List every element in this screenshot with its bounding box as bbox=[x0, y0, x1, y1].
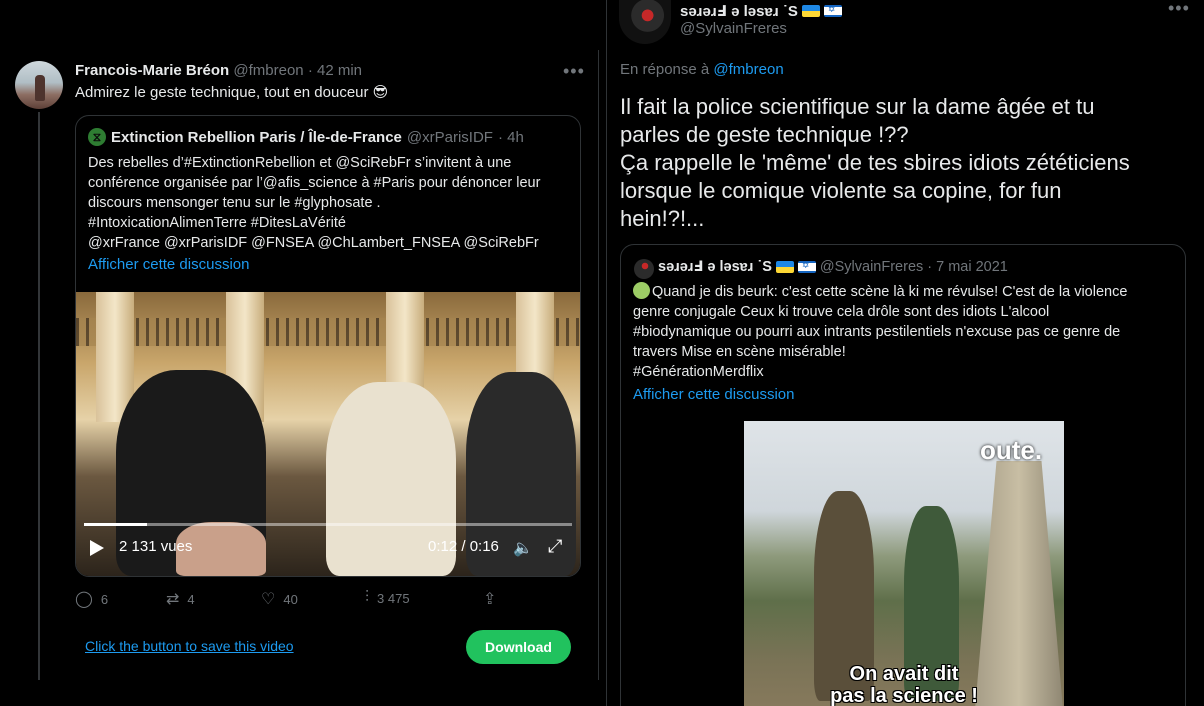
quoted-tweet[interactable]: ⧖ Extinction Rebellion Paris / Île-de-Fr… bbox=[75, 115, 581, 577]
tweet-line: hein!?!... bbox=[620, 206, 705, 231]
video-overlay-text: oute. bbox=[980, 435, 1043, 465]
israel-flag-icon bbox=[823, 4, 842, 17]
tweet-line: Ça rappelle le 'même' de tes sbires idio… bbox=[620, 150, 1130, 175]
extinction-rebellion-logo-icon: ⧖ bbox=[88, 128, 106, 146]
video-player[interactable]: 2 131 vues 0:12 / 0:16 🔈 ⤢ bbox=[76, 292, 580, 576]
like-count: 40 bbox=[283, 591, 298, 607]
quote-line: genre conjugale Ceux ki trouve cela drôl… bbox=[633, 304, 1050, 320]
show-thread-link[interactable]: Afficher cette discussion bbox=[88, 256, 249, 273]
analytics-icon: ⫶ bbox=[365, 589, 370, 606]
quote-time[interactable]: · 7 mai 2021 bbox=[927, 259, 1008, 275]
column-divider bbox=[606, 0, 607, 706]
quote-line: #biodynamique ou pourri aux intrants pes… bbox=[633, 324, 1121, 340]
share-button[interactable]: ⇪ bbox=[483, 589, 496, 609]
tweet-text: Il fait la police scientifique sur la da… bbox=[620, 93, 1190, 233]
quote-author-handle[interactable]: @SylvainFreres bbox=[820, 259, 923, 275]
video-controls: 2 131 vues 0:12 / 0:16 🔈 ⤢ bbox=[76, 534, 580, 564]
video-player[interactable]: oute. On avait dit pas la science ! bbox=[744, 421, 1064, 706]
play-icon[interactable] bbox=[90, 540, 104, 556]
avatar[interactable] bbox=[15, 61, 63, 109]
author-name[interactable]: sǝɹǝɹℲ ǝ lǝsɐɹ ˙S bbox=[680, 2, 798, 20]
quote-header: sǝɹǝɹℲ ǝ lǝsɐɹ ˙S @SylvainFreres · 7 mai… bbox=[658, 259, 1008, 275]
quote-line: #IntoxicationAlimenTerre #DitesLaVérité bbox=[88, 215, 346, 231]
tweet-time[interactable]: · 42 min bbox=[308, 62, 362, 79]
retweet-icon: ⇄ bbox=[166, 591, 180, 608]
israel-flag-icon bbox=[797, 260, 816, 273]
nauseated-face-icon bbox=[633, 282, 650, 299]
author-name[interactable]: Francois-Marie Bréon bbox=[75, 62, 229, 79]
tweet-header: sǝɹǝɹℲ ǝ lǝsɐɹ ˙S bbox=[680, 2, 842, 20]
left-tweet: Francois-Marie Bréon @fmbreon · 42 min •… bbox=[0, 0, 598, 706]
retweet-count: 4 bbox=[187, 591, 195, 607]
quote-line: Des rebelles d’#ExtinctionRebellion et @… bbox=[88, 155, 512, 171]
quote-line-text: Quand je dis beurk: c'est cette scène là… bbox=[652, 284, 1128, 300]
video-progress-fill bbox=[84, 523, 148, 526]
author-handle[interactable]: @SylvainFreres bbox=[680, 20, 787, 37]
tweet-line: Il fait la police scientifique sur la da… bbox=[620, 94, 1095, 119]
tweet-header: Francois-Marie Bréon @fmbreon · 42 min bbox=[75, 62, 362, 79]
quote-line: conférence organisée par l’@afis_science… bbox=[88, 175, 541, 191]
quote-header: ⧖ Extinction Rebellion Paris / Île-de-Fr… bbox=[88, 128, 524, 146]
reply-icon: ◯ bbox=[75, 591, 93, 608]
download-button[interactable]: Download bbox=[466, 630, 571, 664]
video-time: 0:12 / 0:16 bbox=[428, 538, 499, 555]
fullscreen-icon[interactable]: ⤢ bbox=[548, 536, 562, 557]
quote-time[interactable]: · 4h bbox=[498, 129, 524, 146]
tweet-line: parles de geste technique !?? bbox=[620, 122, 909, 147]
share-icon: ⇪ bbox=[483, 591, 497, 608]
reply-button[interactable]: ◯ 6 bbox=[75, 589, 108, 609]
quoted-tweet[interactable]: sǝɹǝɹℲ ǝ lǝsɐɹ ˙S @SylvainFreres · 7 mai… bbox=[620, 244, 1186, 706]
video-views: 2 131 vues bbox=[119, 538, 193, 555]
video-progress-bar[interactable] bbox=[84, 523, 572, 526]
thread-line bbox=[38, 112, 40, 680]
volume-icon[interactable]: 🔈 bbox=[513, 538, 533, 558]
author-handle[interactable]: @fmbreon bbox=[233, 62, 303, 79]
heart-icon: ♡ bbox=[261, 591, 276, 608]
quote-text: Des rebelles d’#ExtinctionRebellion et @… bbox=[88, 153, 570, 253]
more-horizontal-icon[interactable]: ••• bbox=[1168, 0, 1190, 19]
tweet-line: lorsque le comique violente sa copine, f… bbox=[620, 178, 1062, 203]
save-video-link[interactable]: Click the button to save this video bbox=[85, 638, 294, 654]
reply-prefix: En réponse à bbox=[620, 61, 710, 78]
retweet-button[interactable]: ⇄ 4 bbox=[166, 589, 195, 609]
more-horizontal-icon[interactable]: ••• bbox=[563, 61, 585, 82]
quote-text: Quand je dis beurk: c'est cette scène là… bbox=[633, 282, 1127, 382]
reply-to-handle[interactable]: @fmbreon bbox=[713, 61, 783, 78]
like-button[interactable]: ♡ 40 bbox=[261, 589, 298, 609]
quote-line: travers Mise en scène misérable! bbox=[633, 344, 846, 360]
show-thread-link[interactable]: Afficher cette discussion bbox=[633, 386, 794, 403]
reply-count: 6 bbox=[100, 591, 109, 607]
quote-line: @xrFrance @xrParisIDF @FNSEA @ChLambert_… bbox=[88, 235, 539, 251]
ukraine-flag-icon bbox=[775, 261, 794, 273]
avatar[interactable] bbox=[634, 259, 654, 279]
quote-author-name[interactable]: Extinction Rebellion Paris / Île-de-Fran… bbox=[111, 129, 402, 146]
ukraine-flag-icon bbox=[801, 5, 820, 17]
quote-line: Quand je dis beurk: c'est cette scène là… bbox=[633, 282, 1127, 302]
views-count: 3 475 bbox=[377, 590, 410, 606]
quote-line: #GénérationMerdflix bbox=[633, 364, 764, 380]
reply-context: En réponse à @fmbreon bbox=[620, 61, 784, 78]
avatar[interactable] bbox=[619, 0, 671, 44]
quote-line: discours mensonger tenu sur le #glyphosa… bbox=[88, 195, 381, 211]
column-divider bbox=[598, 50, 599, 680]
quote-author-handle[interactable]: @xrParisIDF bbox=[407, 129, 493, 146]
views-button[interactable]: ⫶ 3 475 bbox=[365, 589, 410, 607]
video-subtitle: On avait dit bbox=[849, 663, 959, 685]
video-subtitle: pas la science ! bbox=[830, 685, 978, 706]
tweet-text: Admirez le geste technique, tout en douc… bbox=[75, 84, 389, 101]
quote-author-name[interactable]: sǝɹǝɹℲ ǝ lǝsɐɹ ˙S bbox=[658, 259, 772, 275]
tweet-actions: ◯ 6 ⇄ 4 ♡ 40 ⫶ 3 475 ⇪ bbox=[75, 589, 515, 611]
